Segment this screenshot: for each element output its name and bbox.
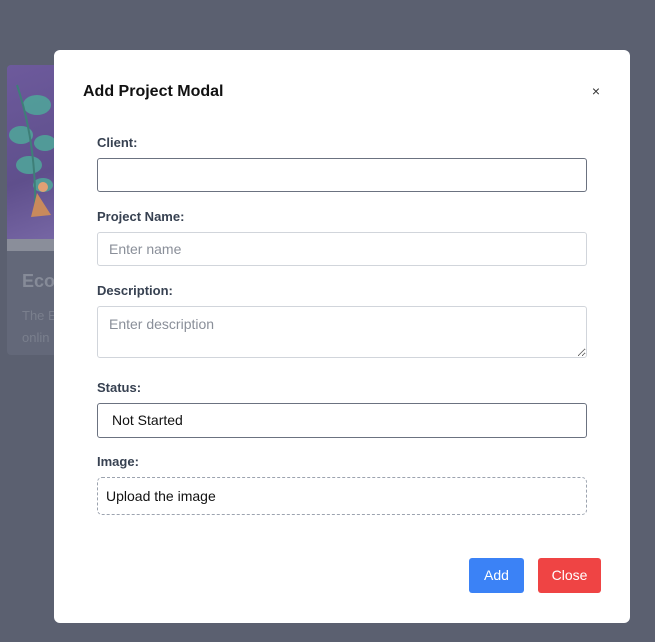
- project-name-input[interactable]: [97, 232, 587, 266]
- description-textarea[interactable]: [97, 306, 587, 358]
- description-label: Description:: [97, 283, 173, 298]
- status-select[interactable]: Not Started: [97, 403, 587, 438]
- modal-title: Add Project Modal: [83, 83, 224, 100]
- add-project-modal: Add Project Modal × Client: Project Name…: [54, 50, 630, 623]
- client-label: Client:: [97, 135, 138, 150]
- client-input[interactable]: [97, 158, 587, 192]
- image-label: Image:: [97, 454, 139, 469]
- close-button[interactable]: Close: [538, 558, 601, 593]
- project-name-label: Project Name:: [97, 209, 185, 224]
- status-label: Status:: [97, 380, 142, 395]
- image-upload-dropzone[interactable]: Upload the image: [97, 477, 587, 515]
- add-button[interactable]: Add: [469, 558, 524, 593]
- close-icon[interactable]: ×: [587, 82, 605, 100]
